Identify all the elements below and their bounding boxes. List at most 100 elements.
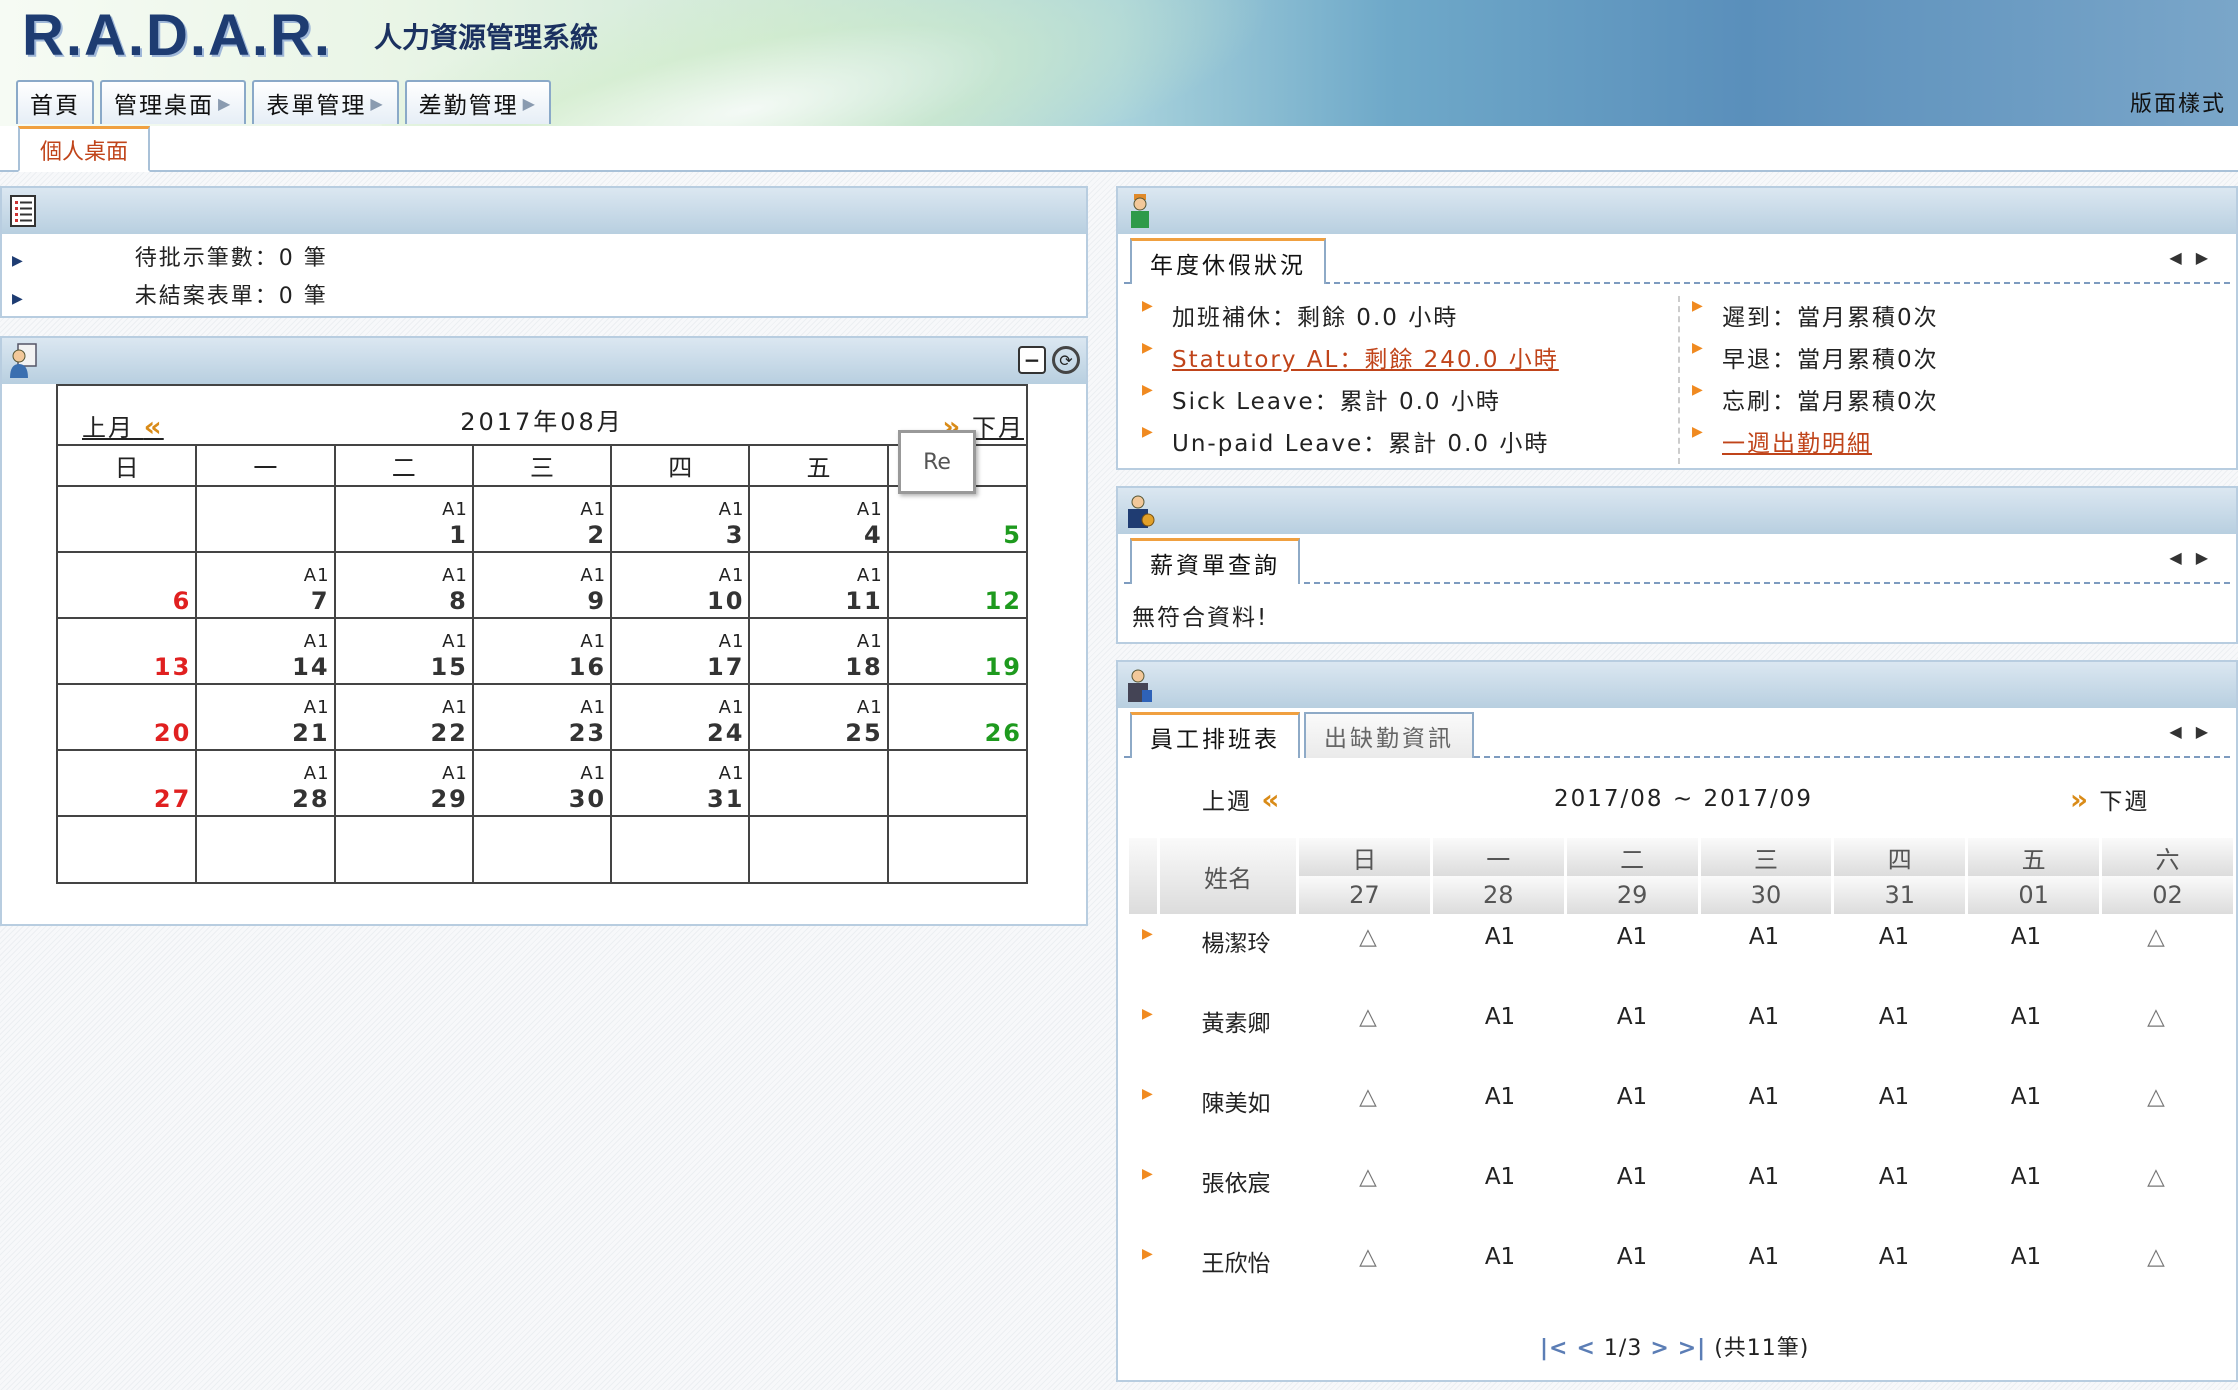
calendar-day-cell[interactable]: A1 11 — [748, 551, 889, 619]
calendar-day-cell[interactable]: A1 15 — [333, 617, 474, 685]
person-calendar-icon — [10, 343, 37, 378]
last-page-icon[interactable]: >| — [1678, 1336, 1706, 1361]
minimize-button[interactable]: − — [1018, 346, 1046, 374]
bullet-icon: ▶ — [1692, 298, 1705, 314]
salary-panel: 薪資單查詢 ◀▶ 無符合資料! — [1116, 486, 2238, 644]
calendar-day-cell[interactable]: A1 10 — [610, 551, 751, 619]
calendar-day-cell[interactable]: 12 — [886, 551, 1026, 619]
leave-panel-header — [1118, 188, 2236, 234]
nav-form-management[interactable]: 表單管理 ▶ — [252, 80, 399, 124]
bullet-icon: ▶ — [1692, 424, 1705, 440]
shift-code: A1 — [442, 565, 468, 586]
calendar-day-cell[interactable] — [58, 485, 198, 553]
calendar-day-cell[interactable]: A1 28 — [195, 749, 336, 817]
calendar-day-cell[interactable]: A1 18 — [748, 617, 889, 685]
leave-item[interactable]: ▶ 一週出勤明細 — [1692, 424, 1872, 458]
calendar-day-cell[interactable]: 27 — [58, 749, 198, 817]
shift-cell: △ — [2147, 1004, 2165, 1030]
first-page-icon[interactable]: |< — [1540, 1336, 1568, 1361]
tab-annual-leave[interactable]: 年度休假狀況 — [1130, 238, 1326, 284]
nav-home[interactable]: 首頁 — [16, 80, 94, 124]
calendar-day-cell[interactable]: 26 — [886, 683, 1026, 751]
table-row: ▶ 王欣怡 △ A1 A1 A1 A1 A1 △ — [1132, 1244, 2232, 1284]
leave-item[interactable]: ▶ Statutory AL：剩餘 240.0 小時 — [1142, 340, 1559, 374]
shift-code: A1 — [718, 565, 745, 586]
calendar-day-cell[interactable]: A1 30 — [471, 749, 613, 817]
layout-style-link[interactable]: 版面樣式 — [2130, 86, 2226, 118]
calendar-day-cell[interactable]: A1 7 — [195, 551, 336, 619]
nav-admin-desktop[interactable]: 管理桌面 ▶ — [100, 80, 247, 124]
shift-cell: A1 — [1878, 1244, 1910, 1270]
schedule-table: 姓名 日 一 二 三 四 五 六 27 28 29 30 31 01 02 — [1126, 838, 2236, 914]
table-row: ▶ 楊潔玲 △ A1 A1 A1 A1 A1 △ — [1132, 924, 2232, 964]
leave-item: ▶ 加班補休：剩餘 0.0 小時 — [1142, 298, 1458, 332]
leave-item: ▶ 早退：當月累積0次 — [1692, 340, 1939, 374]
calendar-day-cell[interactable]: A1 22 — [333, 683, 474, 751]
tab-personal-desktop[interactable]: 個人桌面 — [18, 126, 150, 172]
calendar-day-cell[interactable]: A1 1 — [333, 485, 474, 553]
tab-employee-schedule[interactable]: 員工排班表 — [1130, 712, 1300, 758]
calendar-day-cell[interactable]: A1 29 — [333, 749, 474, 817]
calendar-day-cell[interactable]: A1 25 — [748, 683, 889, 751]
refresh-button[interactable]: ⟳ — [1052, 346, 1080, 374]
page-indicator: 1/3 — [1603, 1336, 1643, 1361]
calendar-day-cell[interactable]: A1 2 — [471, 485, 613, 553]
day-number: 30 — [568, 785, 607, 813]
open-forms-row[interactable]: ▶ 未結案表單：0 筆 — [12, 278, 328, 310]
nav-attendance-management[interactable]: 差勤管理 ▶ — [404, 80, 551, 124]
shift-code: A1 — [580, 763, 607, 784]
next-page-icon[interactable]: > — [1650, 1336, 1669, 1361]
prev-week-link[interactable]: 上週 « — [1202, 782, 1281, 816]
bullet-icon: ▶ — [1692, 340, 1705, 356]
tab-scroll-arrows[interactable]: ◀▶ — [2169, 722, 2222, 741]
shift-cell: A1 — [1878, 1084, 1910, 1110]
nav-form-management-label: 表單管理 — [266, 93, 367, 119]
calendar-day-cell[interactable] — [195, 485, 336, 553]
calendar-day-cell[interactable]: 5 — [886, 485, 1026, 553]
shift-cell: A1 — [1484, 1244, 1516, 1270]
calendar-day-cell[interactable]: A1 24 — [610, 683, 751, 751]
calendar-day-cell[interactable] — [195, 815, 336, 882]
app-header: R.A.D.A.R. 人力資源管理系統 版面樣式 首頁 管理桌面 ▶ 表單管理 ▶ … — [0, 0, 2238, 126]
calendar-day-cell[interactable]: A1 23 — [471, 683, 613, 751]
calendar-day-cell[interactable] — [748, 815, 889, 882]
calendar-day-cell[interactable] — [58, 815, 198, 882]
calendar-panel-header: − ⟳ — [2, 338, 1086, 384]
calendar-day-cell[interactable]: A1 3 — [610, 485, 751, 553]
shift-code: A1 — [580, 697, 607, 718]
shift-cell: A1 — [1616, 924, 1648, 950]
person-info-icon — [1128, 669, 1152, 702]
calendar-day-cell[interactable]: A1 8 — [333, 551, 474, 619]
prev-page-icon[interactable]: < — [1576, 1336, 1595, 1361]
calendar-day-cell[interactable]: A1 16 — [471, 617, 613, 685]
calendar-day-cell[interactable] — [610, 815, 751, 882]
tab-scroll-arrows[interactable]: ◀▶ — [2169, 248, 2222, 267]
calendar-day-cell[interactable] — [886, 749, 1026, 817]
calendar-day-cell[interactable]: A1 31 — [610, 749, 751, 817]
calendar-day-cell[interactable]: A1 4 — [748, 485, 889, 553]
next-week-link[interactable]: » 下週 — [2070, 782, 2149, 816]
calendar-day-cell[interactable]: 6 — [58, 551, 198, 619]
calendar-day-cell[interactable] — [333, 815, 474, 882]
calendar-day-cell[interactable]: 20 — [58, 683, 198, 751]
pending-approval-row[interactable]: ▶ 待批示筆數：0 筆 — [12, 240, 328, 272]
double-chevron-right-icon: » — [2070, 783, 2091, 816]
tab-salary-query[interactable]: 薪資單查詢 — [1130, 538, 1300, 584]
calendar-day-cell[interactable] — [886, 815, 1026, 882]
tab-attendance-info[interactable]: 出缺勤資訊 — [1304, 712, 1474, 758]
employee-name: 黃素卿 — [1201, 1011, 1271, 1037]
calendar-day-cell[interactable]: 19 — [886, 617, 1026, 685]
next-month-label: 下月 — [972, 414, 1024, 442]
shift-code: A1 — [856, 631, 883, 652]
shift-code: A1 — [442, 763, 468, 784]
calendar-day-cell[interactable]: A1 14 — [195, 617, 336, 685]
calendar-day-cell[interactable]: A1 17 — [610, 617, 751, 685]
tab-scroll-arrows[interactable]: ◀▶ — [2169, 548, 2222, 567]
calendar-day-cell[interactable] — [748, 749, 889, 817]
calendar-grid: 日一二三四五六 A11A12A13A1456A17A18A19A110A1111… — [58, 446, 1026, 882]
calendar-day-cell[interactable]: 13 — [58, 617, 198, 685]
calendar-day-cell[interactable] — [471, 815, 613, 882]
calendar-day-cell[interactable]: A1 9 — [471, 551, 613, 619]
calendar-day-cell[interactable]: A1 21 — [195, 683, 336, 751]
shift-code: A1 — [856, 697, 883, 718]
